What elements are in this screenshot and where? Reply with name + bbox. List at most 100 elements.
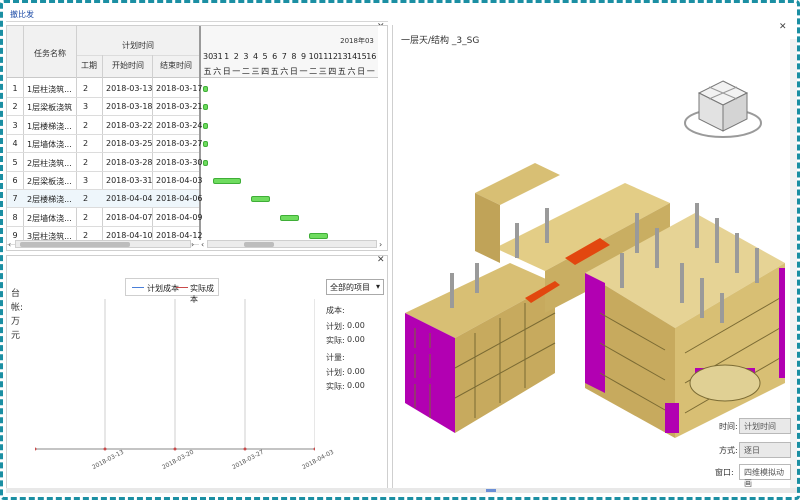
row-start: 2018-03-25 — [106, 139, 153, 149]
timeline-day: 31 — [212, 52, 223, 61]
timeline-day: 1 — [224, 52, 230, 61]
stat-plan-value: 0.00 — [347, 321, 365, 330]
gantt-bar[interactable] — [308, 233, 328, 240]
header-start[interactable]: 开始时间 — [103, 60, 153, 71]
timeline-day: 3 — [243, 52, 249, 61]
row-number: 1 — [12, 84, 18, 93]
timeline-day: 15 — [356, 52, 367, 61]
row-task-name: 1层柱浇筑... — [27, 85, 72, 94]
row-task-name: 2层梁板浇... — [27, 177, 72, 186]
scroll-left-icon[interactable]: ‹ — [8, 240, 11, 249]
building-model — [405, 163, 785, 438]
header-end[interactable]: 结束时间 — [153, 60, 199, 71]
timeline-day: 12 — [327, 52, 338, 61]
row-start: 2018-04-10 — [106, 231, 153, 241]
bottom-scrollbar[interactable] — [6, 488, 797, 493]
gantt-bar[interactable] — [203, 104, 208, 111]
row-task-name: 1层梁板浇筑 — [27, 103, 73, 113]
timeline-weekday: 二 — [241, 67, 250, 76]
gantt-bar[interactable] — [203, 159, 208, 166]
time-select[interactable]: 计划时间 — [739, 418, 791, 434]
gantt-bar[interactable] — [203, 122, 208, 129]
timeline-weekday: 四 — [328, 67, 337, 76]
table-row[interactable]: 5 2层柱浇筑... 2 2018-03-28 2018-03-30 — [7, 154, 203, 172]
row-task-name: 2层楼梯浇... — [27, 195, 72, 205]
mode-select-value: 逐日 — [744, 446, 760, 455]
row-start: 2018-03-13 — [106, 84, 153, 93]
timeline-weekday: 三 — [318, 67, 327, 76]
row-task-name: 2层柱浇筑... — [27, 158, 72, 168]
chevron-down-icon: ▾ — [375, 282, 380, 291]
stat-qty-plan-value: 0.00 — [347, 367, 365, 376]
gantt-bar[interactable] — [251, 196, 271, 203]
bottom-scroll-thumb[interactable] — [486, 489, 496, 492]
chart-close-icon[interactable]: ✕ — [377, 256, 385, 265]
viewcube-icon[interactable] — [681, 73, 765, 149]
view-vscroll[interactable] — [790, 39, 797, 489]
gantt-panel: 任务名称 计划时间 工期 开始时间 结束时间 1 1层柱浇筑... 2 2018-03… — [6, 25, 388, 251]
gantt-bar[interactable] — [212, 178, 242, 184]
grid-hscroll-thumb[interactable] — [20, 242, 130, 247]
header-task-name[interactable]: 任务名称 — [25, 48, 75, 59]
view-close-icon[interactable]: ✕ — [779, 23, 787, 32]
stat-actual-label: 实际: — [326, 336, 345, 345]
gantt-bar[interactable] — [203, 141, 208, 148]
timeline-weekday: 二 — [309, 67, 318, 76]
table-row[interactable]: 6 2层梁板浇... 3 2018-03-31 2018-04-03 — [7, 172, 203, 190]
timeline-weekday: 五 — [270, 67, 279, 76]
timeline-day: 16 — [366, 52, 377, 61]
legend-plan: 计划成本 — [147, 284, 179, 293]
table-row[interactable]: 2 1层梁板浇筑 3 2018-03-18 2018-03-21 — [7, 98, 203, 117]
header-duration[interactable]: 工期 — [77, 60, 101, 71]
row-end: 2018-04-03 — [156, 176, 203, 185]
timeline-day: 14 — [347, 52, 358, 61]
gantt-bar[interactable] — [279, 214, 299, 221]
mode-select[interactable]: 逐日 — [739, 442, 791, 458]
row-duration: 3 — [83, 176, 89, 185]
timeline-day: 10 — [308, 52, 319, 61]
timeline-weekday: 六 — [213, 67, 222, 76]
row-start: 2018-03-31 — [106, 176, 153, 185]
chart-hscroll[interactable] — [207, 240, 377, 248]
timeline-weekday: 日 — [222, 67, 231, 76]
timeline-day: 2 — [233, 52, 239, 61]
row-end: 2018-03-21 — [156, 102, 203, 112]
row-number: 7 — [12, 194, 18, 204]
chart-hscroll-thumb[interactable] — [244, 242, 274, 247]
row-start: 2018-03-18 — [106, 102, 153, 112]
window-label: 窗口: — [715, 468, 734, 477]
legend-actual-swatch — [176, 287, 188, 288]
tab-main[interactable]: 撤比发 — [10, 9, 34, 20]
row-number: 2 — [12, 102, 18, 112]
row-number: 6 — [12, 176, 18, 185]
timeline-day: 8 — [291, 52, 297, 61]
table-row[interactable]: 3 1层楼梯浇... 2 2018-03-22 2018-03-24 — [7, 117, 203, 135]
row-start: 2018-03-22 — [106, 120, 153, 130]
timeline-weekday: 五 — [203, 67, 212, 76]
row-end: 2018-03-24 — [156, 120, 203, 130]
row-number: 9 — [12, 231, 18, 241]
chart-scroll-left-icon[interactable]: ‹ — [201, 240, 204, 249]
row-duration: 2 — [83, 157, 89, 167]
chart-scroll-right-icon[interactable]: › — [379, 240, 382, 249]
row-end: 2018-04-06 — [156, 194, 203, 204]
row-end: 2018-04-12 — [156, 231, 203, 241]
table-row[interactable]: 8 2层墙体浇... 2 2018-04-07 2018-04-09 — [7, 209, 203, 227]
legend-plan-swatch — [132, 287, 144, 288]
grid-hscroll[interactable] — [15, 240, 191, 248]
table-row[interactable]: 7 2层楼梯浇... 2 2018-04-04 2018-04-06 — [7, 190, 203, 209]
project-select[interactable]: 全部的项目 ▾ — [326, 279, 384, 295]
table-row[interactable]: 4 1层墙体浇... 2 2018-03-25 2018-03-27 — [7, 135, 203, 154]
timeline-month: 2018年03 — [340, 37, 374, 45]
row-end: 2018-03-30 — [156, 157, 203, 167]
window-select[interactable]: 四维模拟动画 — [739, 464, 791, 488]
table-row[interactable]: 1 1层柱浇筑... 2 2018-03-13 2018-03-17 — [7, 80, 203, 98]
time-label: 时间: — [719, 422, 738, 431]
scroll-right-icon[interactable]: › — [191, 240, 194, 249]
stat-qty-actual-value: 0.00 — [347, 381, 365, 390]
timeline-weekday: 一 — [366, 67, 375, 76]
timeline-day: 4 — [252, 52, 259, 61]
view-title: 一层天/结构 _3_SG — [401, 36, 480, 46]
grid-header: 任务名称 计划时间 工期 开始时间 结束时间 — [7, 26, 199, 78]
gantt-bar[interactable] — [203, 86, 208, 92]
